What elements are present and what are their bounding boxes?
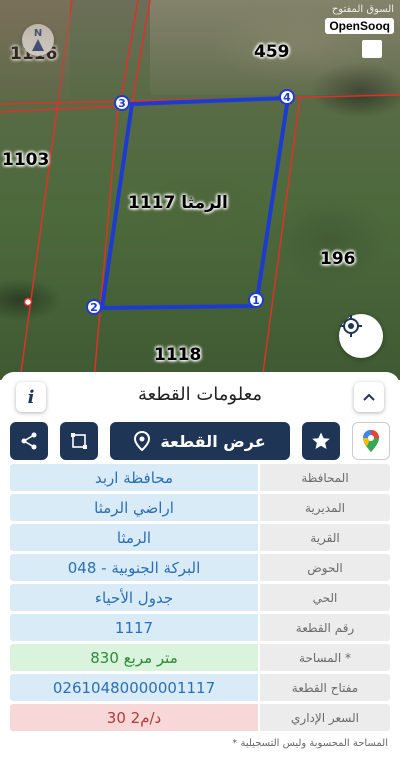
google-maps-button[interactable] xyxy=(352,422,390,460)
detail-value: جدول الأحياء xyxy=(10,584,258,611)
detail-label: القرية xyxy=(260,524,390,551)
detail-label: رقم القطعة xyxy=(260,614,390,641)
vertex-marker[interactable]: 2 xyxy=(86,299,102,315)
location-pin-icon xyxy=(134,431,151,451)
parcel-number-label: 1103 xyxy=(2,150,50,170)
share-icon xyxy=(21,432,37,450)
watermark-opensooq: OpenSooq xyxy=(325,18,394,34)
detail-value: 02610480000001117 xyxy=(10,674,258,701)
parcel-number-label: 196 xyxy=(320,249,356,269)
star-icon xyxy=(312,432,330,449)
detail-label: السعر الإداري xyxy=(260,704,390,731)
crosshair-icon xyxy=(340,315,362,337)
watermark: السوق المفتوح OpenSooq xyxy=(325,4,394,34)
parcel-number-label: 1118 xyxy=(154,345,202,365)
plot-info-sheet: i معلومات القطعة عرض القطعة المحافظة محا… xyxy=(0,372,400,761)
watermark-arabic: السوق المفتوح xyxy=(331,4,394,15)
area-footnote: * المساحة المحسوبة وليس التسجيلية xyxy=(232,738,388,749)
map-view[interactable]: 1116 459 1103 196 1118 الرمثا 1117 1 2 3… xyxy=(0,0,400,380)
detail-label: المساحة * xyxy=(260,644,390,671)
chevron-up-icon xyxy=(363,393,375,401)
share-button[interactable] xyxy=(10,422,48,460)
detail-row-directorate: المديرية اراضي الرمثا xyxy=(10,494,390,521)
parcel-number-label: 459 xyxy=(254,42,290,62)
detail-row-plot-number: رقم القطعة 1117 xyxy=(10,614,390,641)
polygon-icon xyxy=(71,433,87,449)
boundary-line xyxy=(19,0,73,380)
detail-value: اراضي الرمثا xyxy=(10,494,258,521)
boundary-line xyxy=(93,105,119,380)
boundary-line xyxy=(0,105,121,113)
detail-row-area: المساحة * 830 متر مربع xyxy=(10,644,390,671)
detail-label: المحافظة xyxy=(260,464,390,491)
sheet-header: i معلومات القطعة xyxy=(0,372,400,420)
detail-value: البركة الجنوبية - 048 xyxy=(10,554,258,581)
detail-value: الرمثا xyxy=(10,524,258,551)
detail-label: مفتاح القطعة xyxy=(260,674,390,701)
locate-button[interactable] xyxy=(339,314,383,358)
detail-row-neighborhood: الحي جدول الأحياء xyxy=(10,584,390,611)
favorite-button[interactable] xyxy=(302,422,340,460)
google-maps-icon xyxy=(363,430,379,452)
map-layer-icon[interactable] xyxy=(362,40,382,58)
vertex-marker[interactable]: 1 xyxy=(248,292,264,308)
parcel-number-label: 1116 xyxy=(10,44,58,64)
detail-value: 830 متر مربع xyxy=(10,644,258,671)
detail-row-admin-price: السعر الإداري 30 د/م2 xyxy=(10,704,390,731)
detail-row-governorate: المحافظة محافظة اربد xyxy=(10,464,390,491)
detail-label: المديرية xyxy=(260,494,390,521)
detail-row-plot-key: مفتاح القطعة 02610480000001117 xyxy=(10,674,390,701)
detail-value: 30 د/م2 xyxy=(10,704,258,731)
show-plot-button[interactable]: عرض القطعة xyxy=(110,422,290,460)
north-compass[interactable]: N xyxy=(22,24,54,56)
detail-row-village: القرية الرمثا xyxy=(10,524,390,551)
vertex-marker[interactable]: 4 xyxy=(279,89,295,105)
collapse-button[interactable] xyxy=(354,382,384,412)
detail-label: الحوض xyxy=(260,554,390,581)
detail-value: محافظة اربد xyxy=(10,464,258,491)
north-arrow-icon xyxy=(32,39,44,51)
vertex-marker[interactable]: 3 xyxy=(114,95,130,111)
plot-details-table: المحافظة محافظة اربد المديرية اراضي الرم… xyxy=(10,464,390,734)
north-label: N xyxy=(33,28,43,39)
action-bar: عرض القطعة xyxy=(10,422,390,460)
show-plot-label: عرض القطعة xyxy=(160,431,266,451)
detail-row-basin: الحوض البركة الجنوبية - 048 xyxy=(10,554,390,581)
selected-parcel-label: الرمثا 1117 xyxy=(128,193,228,213)
sheet-title: معلومات القطعة xyxy=(137,384,263,405)
detail-value: 1117 xyxy=(10,614,258,641)
boundary-node xyxy=(23,297,33,307)
draw-shape-button[interactable] xyxy=(60,422,98,460)
detail-label: الحي xyxy=(260,584,390,611)
